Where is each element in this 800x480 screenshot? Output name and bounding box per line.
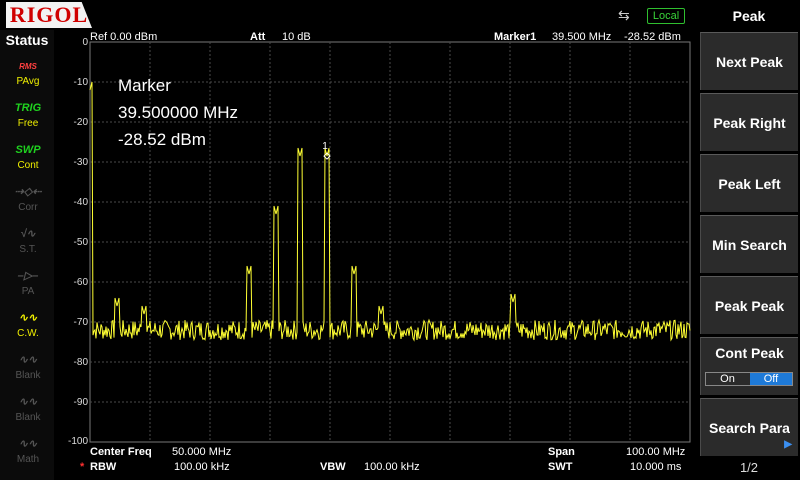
center-freq-value: 50.000 MHz [172, 446, 232, 458]
marker-freq-readout: 39.500000 MHz [118, 103, 239, 122]
swt-value: 10.000 ms [630, 461, 682, 473]
menu-title: Peak [732, 8, 766, 24]
center-freq-label: Center Freq [90, 446, 152, 458]
button-label: Peak Peak [714, 298, 785, 314]
vbw-label: VBW [320, 461, 346, 473]
search-para-button[interactable]: Search Para ▶ [700, 398, 798, 456]
button-label: Cont Peak [715, 345, 784, 361]
marker-title: Marker [118, 76, 171, 95]
min-search-button[interactable]: Min Search [700, 215, 798, 273]
peak-left-button[interactable]: Peak Left [700, 154, 798, 212]
cont-peak-toggle[interactable]: On Off [705, 372, 793, 386]
submenu-arrow-icon: ▶ [784, 439, 792, 450]
vbw-value: 100.00 kHz [364, 461, 420, 473]
span-label: Span [548, 446, 575, 458]
cont-peak-button[interactable]: Cont Peak On Off [700, 337, 798, 395]
rbw-value: 100.00 kHz [174, 461, 230, 473]
cont-peak-on[interactable]: On [706, 373, 749, 385]
marker-level-readout: -28.52 dBm [118, 130, 206, 149]
button-label: Next Peak [716, 54, 783, 70]
rbw-coupled-star: * [80, 461, 85, 473]
menu-page-indicator: 1/2 [739, 460, 759, 475]
swt-label: SWT [548, 461, 573, 473]
marker-number: 1 [322, 141, 328, 152]
marker-readout: Marker 39.500000 MHz -28.52 dBm [118, 72, 298, 162]
next-peak-button[interactable]: Next Peak [700, 32, 798, 90]
peak-right-button[interactable]: Peak Right [700, 93, 798, 151]
button-label: Min Search [712, 237, 787, 253]
peak-peak-button[interactable]: Peak Peak [700, 276, 798, 334]
cont-peak-off[interactable]: Off [750, 373, 792, 385]
rbw-label: RBW [90, 461, 117, 473]
button-label: Peak Left [718, 176, 781, 192]
button-label: Peak Right [713, 115, 786, 131]
span-value: 100.00 MHz [626, 446, 686, 458]
